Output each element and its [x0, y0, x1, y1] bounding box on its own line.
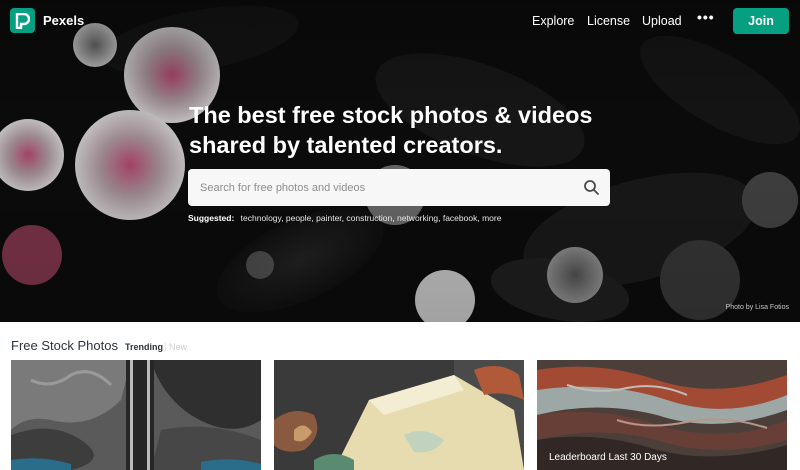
section-title: Free Stock Photos [11, 338, 118, 353]
suggested-tag-more[interactable]: more [482, 213, 501, 223]
photo-card-aerial-bridge[interactable] [11, 360, 261, 470]
tab-trending[interactable]: Trending [125, 342, 163, 352]
nav-link-upload[interactable]: Upload [642, 14, 682, 28]
pexels-logo-icon[interactable] [10, 8, 35, 33]
top-navigation: Pexels Explore License Upload ••• Join [0, 0, 800, 42]
suggested-tag[interactable]: construction [346, 213, 392, 223]
suggested-label: Suggested: [188, 213, 235, 223]
suggested-tag[interactable]: technology [241, 213, 281, 223]
tab-new[interactable]: New [169, 342, 187, 352]
photo-credit[interactable]: Photo by Lisa Fotios [726, 304, 789, 311]
pexels-logo-glyph [15, 12, 30, 29]
suggested-tag[interactable]: facebook [443, 213, 478, 223]
photo-abstract-paper [274, 360, 524, 470]
tab-separator: | [164, 341, 167, 351]
suggested-tag[interactable]: painter [316, 213, 342, 223]
hero-headline: The best free stock photos & videos shar… [189, 100, 629, 160]
suggested-searches: Suggested: technology, people, painter, … [188, 213, 502, 223]
headline-line-2: shared by talented creators. [189, 132, 503, 158]
photo-card-abstract-paper[interactable] [274, 360, 524, 470]
search-icon[interactable] [583, 179, 600, 196]
photo-card-leaderboard[interactable]: Leaderboard Last 30 Days [537, 360, 787, 470]
hero-banner [0, 0, 800, 322]
search-input[interactable] [188, 169, 568, 206]
leaderboard-label[interactable]: Leaderboard Last 30 Days [549, 452, 667, 463]
headline-line-1: The best free stock photos & videos [189, 102, 593, 128]
nav-link-explore[interactable]: Explore [532, 14, 574, 28]
photo-aerial-bridge [11, 360, 261, 470]
nav-link-license[interactable]: License [587, 14, 630, 28]
join-button[interactable]: Join [733, 8, 789, 34]
search-bar [188, 169, 610, 206]
suggested-tag[interactable]: networking [397, 213, 438, 223]
more-menu-icon[interactable]: ••• [697, 9, 715, 25]
hero-overlay [0, 0, 800, 322]
brand-name[interactable]: Pexels [43, 13, 84, 28]
suggested-tag[interactable]: people [286, 213, 312, 223]
